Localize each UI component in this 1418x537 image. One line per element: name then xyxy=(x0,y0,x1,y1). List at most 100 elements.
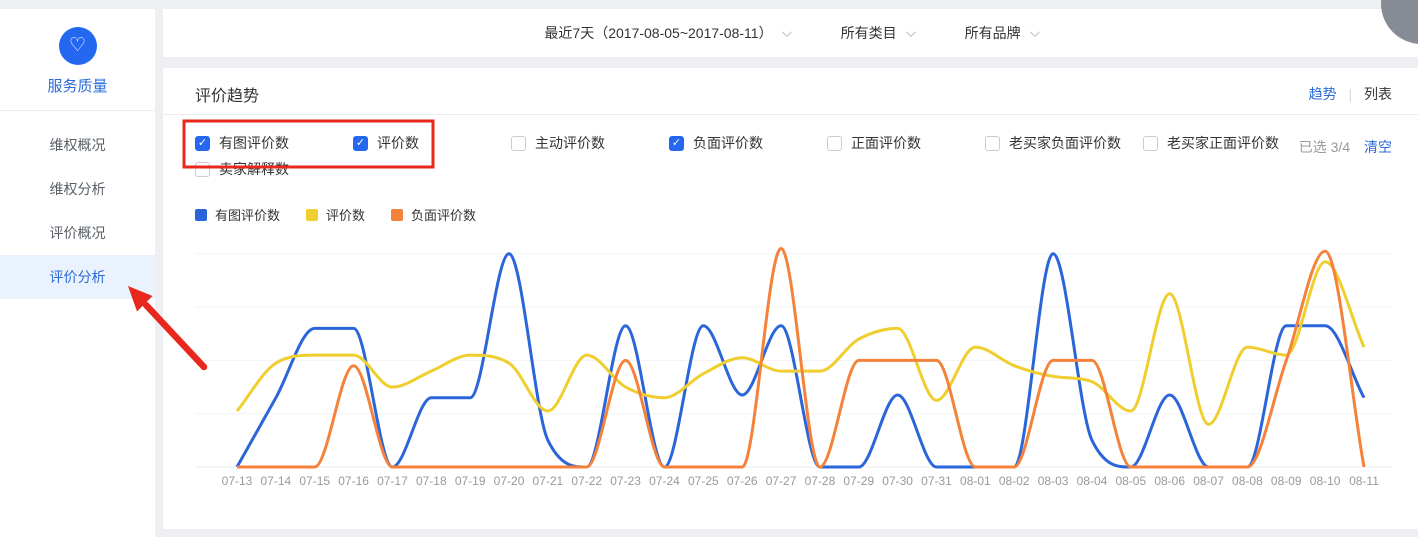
view-toggle: 趋势 | 列表 xyxy=(1309,84,1392,104)
x-tick-label: 07-28 xyxy=(805,474,836,488)
x-tick-label: 07-16 xyxy=(338,474,369,488)
x-tick-label: 08-03 xyxy=(1038,474,1069,488)
sidebar-item-1[interactable]: 维权概况 xyxy=(0,123,155,167)
legend-label: 评价数 xyxy=(326,205,365,224)
x-tick-label: 08-07 xyxy=(1193,474,1224,488)
checkbox[interactable]: ✓ xyxy=(511,136,526,151)
metric-label: 评价数 xyxy=(377,133,419,153)
selection-summary: 已选 3/4 清空 xyxy=(1299,137,1392,157)
category-value: 所有类目 xyxy=(841,23,897,43)
checkbox[interactable]: ✓ xyxy=(827,136,842,151)
x-tick-label: 07-30 xyxy=(882,474,913,488)
metric-checkbox[interactable]: ✓ 主动评价数 xyxy=(511,130,669,156)
x-tick-label: 08-11 xyxy=(1349,474,1379,488)
metric-checkbox[interactable]: ✓ 评价数 xyxy=(353,130,511,156)
heart-icon: ♡ xyxy=(69,36,86,55)
checkbox[interactable]: ✓ xyxy=(195,162,210,177)
metric-checkbox[interactable]: ✓ 老买家负面评价数 xyxy=(985,130,1143,156)
tab-list[interactable]: 列表 xyxy=(1364,86,1392,102)
metric-checkbox[interactable]: ✓ 老买家正面评价数 xyxy=(1143,130,1301,156)
app-title: 服务质量 xyxy=(0,75,155,96)
x-tick-label: 08-08 xyxy=(1232,474,1263,488)
checkbox[interactable]: ✓ xyxy=(353,136,368,151)
x-tick-label: 07-25 xyxy=(688,474,719,488)
x-tick-label: 07-23 xyxy=(610,474,641,488)
x-tick-label: 07-24 xyxy=(649,474,680,488)
sidebar-item-4[interactable]: 评价分析 xyxy=(0,255,155,299)
metric-checkbox-group: ✓ 有图评价数 ✓ 评价数 ✓ 主动评价数 ✓ 负面评价数 ✓ 正面评价数 ✓ … xyxy=(195,130,1325,182)
x-tick-label: 07-21 xyxy=(533,474,564,488)
sidebar-item-label: 维权分析 xyxy=(50,181,106,197)
x-tick-label: 08-01 xyxy=(960,474,991,488)
check-icon: ✓ xyxy=(672,138,681,149)
filter-toolbar: 最近7天（2017-08-05~2017-08-11） 所有类目 所有品牌 xyxy=(163,9,1418,57)
x-tick-label: 07-31 xyxy=(921,474,952,488)
check-icon: ✓ xyxy=(356,138,365,149)
metric-checkbox[interactable]: ✓ 正面评价数 xyxy=(827,130,985,156)
view-separator: | xyxy=(1348,86,1352,102)
sidebar-item-label: 维权概况 xyxy=(50,137,106,153)
chevron-down-icon xyxy=(1030,27,1040,37)
x-tick-label: 08-02 xyxy=(999,474,1030,488)
metric-checkbox[interactable]: ✓ 有图评价数 xyxy=(195,130,353,156)
metric-checkbox[interactable]: ✓ 卖家解释数 xyxy=(195,156,353,182)
sidebar-header: ♡ 服务质量 xyxy=(0,9,155,111)
x-tick-label: 08-06 xyxy=(1154,474,1185,488)
series-line-负面评价数 xyxy=(237,249,1364,468)
sidebar-item-label: 评价分析 xyxy=(50,269,106,285)
x-tick-label: 07-20 xyxy=(494,474,525,488)
x-tick-label: 08-05 xyxy=(1115,474,1146,488)
page: ♡ 服务质量 维权概况 维权分析 评价概况 评价分析 最近7天（2017-08-… xyxy=(0,0,1418,537)
metric-label: 老买家正面评价数 xyxy=(1167,133,1279,153)
chevron-down-icon xyxy=(782,27,792,37)
page-title: 评价趋势 xyxy=(195,82,259,106)
date-range-filter[interactable]: 最近7天（2017-08-05~2017-08-11） xyxy=(544,23,788,43)
checkbox[interactable]: ✓ xyxy=(195,136,210,151)
sidebar-item-label: 评价概况 xyxy=(50,225,106,241)
x-tick-label: 08-09 xyxy=(1271,474,1302,488)
sidebar: ♡ 服务质量 维权概况 维权分析 评价概况 评价分析 xyxy=(0,9,155,537)
metric-label: 老买家负面评价数 xyxy=(1009,133,1121,153)
chart-legend: 有图评价数 评价数 负面评价数 xyxy=(195,205,476,224)
x-tick-label: 07-18 xyxy=(416,474,447,488)
legend-item[interactable]: 负面评价数 xyxy=(391,205,476,224)
metric-label: 主动评价数 xyxy=(535,133,605,153)
x-tick-label: 07-19 xyxy=(455,474,486,488)
sidebar-menu: 维权概况 维权分析 评价概况 评价分析 xyxy=(0,111,155,299)
x-tick-label: 07-17 xyxy=(377,474,408,488)
metric-label: 正面评价数 xyxy=(851,133,921,153)
clear-selection-button[interactable]: 清空 xyxy=(1364,139,1392,155)
brand-filter[interactable]: 所有品牌 xyxy=(965,23,1037,43)
sidebar-item-3[interactable]: 评价概况 xyxy=(0,211,155,255)
trend-line-chart[interactable] xyxy=(180,238,1402,488)
trend-panel: 评价趋势 趋势 | 列表 ✓ 有图评价数 ✓ 评价数 ✓ 主动评价数 ✓ 负面评… xyxy=(163,68,1418,529)
x-tick-label: 07-13 xyxy=(222,474,253,488)
x-tick-label: 07-14 xyxy=(261,474,292,488)
x-tick-label: 08-10 xyxy=(1310,474,1341,488)
checkbox[interactable]: ✓ xyxy=(985,136,1000,151)
legend-swatch xyxy=(391,209,403,221)
legend-item[interactable]: 有图评价数 xyxy=(195,205,280,224)
x-tick-label: 07-27 xyxy=(766,474,797,488)
date-range-value: 最近7天（2017-08-05~2017-08-11） xyxy=(544,23,772,43)
sidebar-item-2[interactable]: 维权分析 xyxy=(0,167,155,211)
check-icon: ✓ xyxy=(198,138,207,149)
legend-label: 负面评价数 xyxy=(411,205,476,224)
checkbox[interactable]: ✓ xyxy=(1143,136,1158,151)
service-quality-logo: ♡ xyxy=(59,27,97,65)
x-tick-label: 07-26 xyxy=(727,474,758,488)
x-tick-label: 07-15 xyxy=(299,474,330,488)
selected-count: 已选 3/4 xyxy=(1299,139,1350,155)
legend-swatch xyxy=(306,209,318,221)
brand-value: 所有品牌 xyxy=(965,23,1021,43)
checkbox[interactable]: ✓ xyxy=(669,136,684,151)
legend-item[interactable]: 评价数 xyxy=(306,205,365,224)
chevron-down-icon xyxy=(906,27,916,37)
metric-label: 有图评价数 xyxy=(219,133,289,153)
tab-trend[interactable]: 趋势 xyxy=(1309,86,1337,102)
x-tick-label: 07-22 xyxy=(571,474,602,488)
metric-checkbox[interactable]: ✓ 负面评价数 xyxy=(669,130,827,156)
panel-header: 评价趋势 趋势 | 列表 xyxy=(163,68,1418,115)
x-axis-labels: 07-13 07-14 07-15 07-16 07-17 07-18 07-19 07-20… xyxy=(180,474,1402,490)
category-filter[interactable]: 所有类目 xyxy=(841,23,913,43)
